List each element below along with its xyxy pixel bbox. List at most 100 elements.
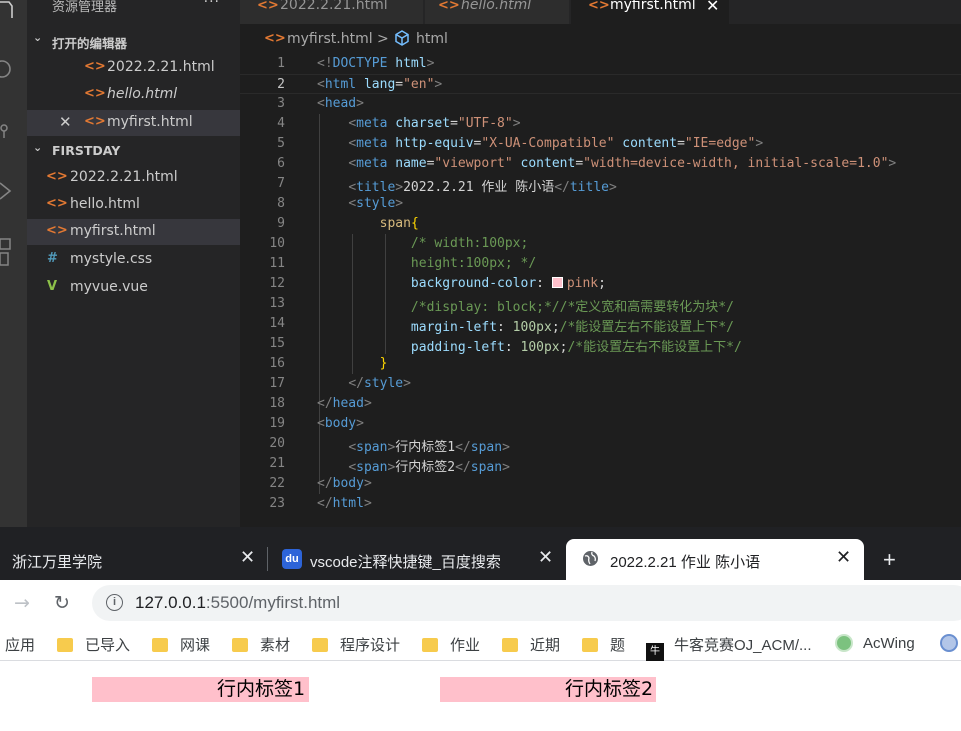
- explorer-icon[interactable]: [0, 0, 14, 18]
- token: >: [502, 440, 510, 455]
- bookmark-folder[interactable]: 作业: [422, 634, 480, 655]
- browser-tab-active[interactable]: 2022.2.21 作业 陈小语 ✕: [566, 539, 864, 580]
- explorer-sidebar: 资源管理器 ··· ⌄ 打开的编辑器 <> 2022.2.21.html <> …: [27, 0, 240, 527]
- token: >: [363, 396, 372, 411]
- token: <: [348, 460, 357, 475]
- vscode-window: 资源管理器 ··· ⌄ 打开的编辑器 <> 2022.2.21.html <> …: [0, 0, 961, 527]
- rendered-page: 行内标签1 行内标签2: [0, 662, 961, 731]
- code-line: 6 <meta name="viewport" content="width=d…: [240, 154, 961, 174]
- bookmark-site[interactable]: 牛牛客竞赛OJ_ACM/...: [646, 634, 812, 661]
- bookmark-site[interactable]: [940, 634, 958, 652]
- close-editor-icon[interactable]: ✕: [59, 113, 72, 131]
- token: head: [332, 396, 364, 411]
- open-editor-item-active[interactable]: ✕ <> myfirst.html: [27, 110, 240, 136]
- open-editor-item[interactable]: <> hello.html: [27, 82, 240, 108]
- close-tab-icon[interactable]: ✕: [836, 547, 851, 568]
- reload-icon[interactable]: ↻: [54, 592, 70, 614]
- acwing-icon: [835, 634, 853, 652]
- line-number: 16: [269, 356, 285, 371]
- more-actions-icon[interactable]: ···: [204, 0, 220, 10]
- bookmark-folder[interactable]: 题: [582, 634, 625, 655]
- file-item[interactable]: V myvue.vue: [27, 275, 240, 301]
- token: "UTF-8": [457, 116, 513, 131]
- search-icon[interactable]: [0, 58, 14, 78]
- browser-tab[interactable]: du vscode注释快捷键_百度搜索 ✕: [268, 539, 564, 580]
- token: "X-UA-Compatible": [481, 136, 615, 151]
- html-file-icon: <>: [46, 169, 68, 184]
- open-editors-label: 打开的编辑器: [52, 36, 128, 51]
- breadcrumb-symbol[interactable]: html: [416, 31, 448, 47]
- explorer-title: 资源管理器: [52, 0, 118, 15]
- token: title: [569, 180, 609, 195]
- bookmark-folder[interactable]: 网课: [152, 634, 210, 655]
- file-item[interactable]: <> hello.html: [27, 192, 240, 218]
- line-number: 11: [269, 256, 285, 271]
- extensions-icon[interactable]: [0, 236, 14, 266]
- line-number: 10: [269, 236, 285, 251]
- nowcoder-icon: 牛: [646, 643, 664, 661]
- forward-icon[interactable]: →: [14, 592, 30, 614]
- bookmark-folder[interactable]: 素材: [232, 634, 290, 655]
- code-area[interactable]: 1 <!DOCTYPE html> 2 <html lang="en"> 3 <hea…: [240, 54, 961, 524]
- token: </: [348, 376, 364, 391]
- bookmark-label: AcWing: [863, 635, 915, 652]
- open-editor-item[interactable]: <> 2022.2.21.html: [27, 55, 240, 81]
- file-item[interactable]: # mystyle.css: [27, 247, 240, 273]
- file-name: myvue.vue: [70, 279, 148, 295]
- token: :: [536, 276, 552, 291]
- token: >: [502, 460, 510, 475]
- token: >: [426, 56, 435, 71]
- address-bar[interactable]: i 127.0.0.1:5500/myfirst.html: [92, 585, 961, 621]
- code-line: 14 margin-left: 100px;/*能设置左右不能设置上下*/: [240, 314, 961, 335]
- line-number: 12: [269, 276, 285, 291]
- token: span: [356, 460, 388, 475]
- tab-title: 2022.2.21 作业 陈小语: [610, 554, 761, 571]
- bookmark-folder[interactable]: 近期: [502, 634, 560, 655]
- folder-icon: [582, 638, 598, 652]
- close-tab-icon[interactable]: ✕: [240, 547, 255, 568]
- breadcrumb-file[interactable]: myfirst.html: [287, 31, 373, 47]
- token: 100px: [512, 320, 552, 335]
- token: <: [348, 440, 357, 455]
- workspace-section[interactable]: ⌄ FIRSTDAY: [27, 140, 240, 162]
- bookmark-folder[interactable]: 已导入: [57, 634, 130, 655]
- bookmark-folder[interactable]: 程序设计: [312, 634, 400, 655]
- file-item-selected[interactable]: <> myfirst.html: [27, 219, 240, 245]
- code-line: 9 span{: [240, 214, 961, 234]
- token: height:100px; */: [410, 256, 537, 271]
- close-tab-icon[interactable]: ✕: [538, 547, 553, 568]
- token: charset: [387, 116, 451, 131]
- token: "width=device-width, initial-scale=1.0": [583, 156, 889, 171]
- line-number: 23: [269, 496, 285, 511]
- token: span: [379, 216, 411, 231]
- token: >: [356, 416, 364, 431]
- new-tab-button[interactable]: +: [883, 547, 896, 573]
- editor-tab[interactable]: <> 2022.2.21.html: [240, 0, 424, 24]
- editor-tab[interactable]: <> hello.html: [425, 0, 570, 24]
- info-icon[interactable]: i: [106, 594, 123, 611]
- html-file-icon: <>: [84, 86, 106, 101]
- code-line: 12 background-color: pink;: [240, 274, 961, 294]
- tab-label: myfirst.html: [610, 0, 696, 13]
- token: /* width:100px;: [410, 236, 529, 251]
- bookmark-site[interactable]: AcWing: [835, 634, 915, 652]
- bookmark-apps[interactable]: 应用: [5, 634, 35, 655]
- browser-toolbar: → ↻ i 127.0.0.1:5500/myfirst.html: [0, 580, 961, 626]
- token: /*display: block;*//*定义宽和高需要转化为块*/: [410, 300, 734, 315]
- url-text[interactable]: 127.0.0.1:5500/myfirst.html: [135, 593, 340, 613]
- source-control-icon[interactable]: [0, 120, 14, 138]
- line-number: 15: [269, 336, 285, 351]
- file-item[interactable]: <> 2022.2.21.html: [27, 165, 240, 191]
- editor-tab-active[interactable]: <> myfirst.html ✕: [571, 0, 730, 24]
- activity-bar: [0, 0, 27, 527]
- browser-tabstrip: 浙江万里学院 ✕ du vscode注释快捷键_百度搜索 ✕ 2022.2.21…: [0, 527, 961, 580]
- color-swatch[interactable]: [551, 277, 563, 288]
- line-number: 21: [269, 456, 285, 471]
- open-editors-section[interactable]: ⌄ 打开的编辑器: [27, 30, 240, 52]
- token: padding-left: [410, 340, 505, 355]
- browser-tab[interactable]: 浙江万里学院 ✕: [0, 539, 268, 580]
- line-number: 6: [277, 156, 285, 171]
- close-tab-icon[interactable]: ✕: [706, 0, 719, 15]
- line-number: 2: [277, 77, 285, 92]
- run-debug-icon[interactable]: [0, 180, 14, 200]
